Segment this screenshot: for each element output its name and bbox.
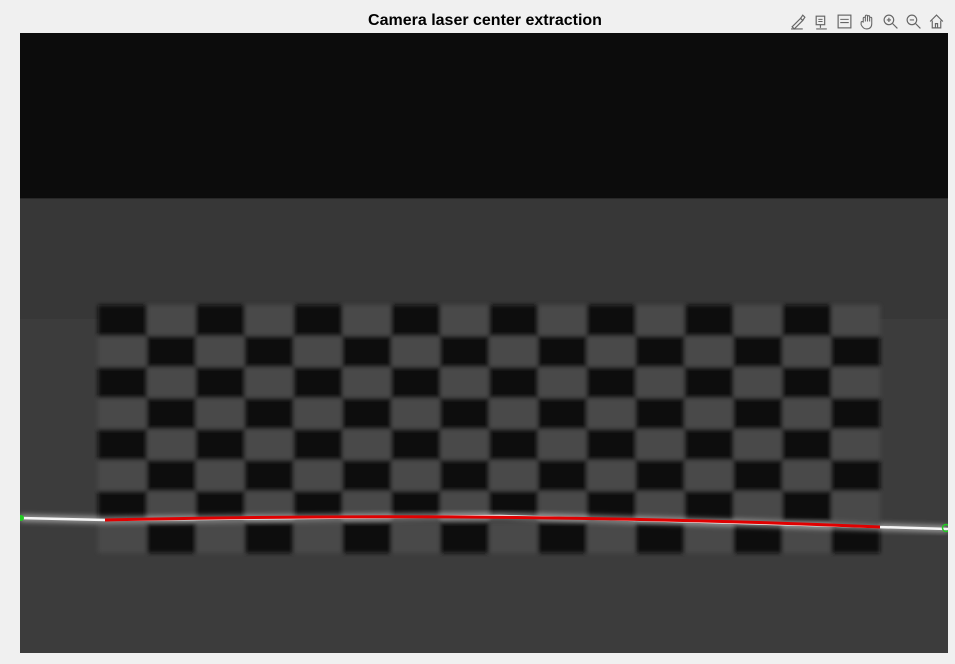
checker-square [782,491,832,522]
checker-square [586,367,636,398]
camera-image [20,33,948,653]
checker-square [831,398,880,429]
checker-square [684,305,734,336]
checker-square [489,305,538,336]
board-shade [20,199,948,319]
checker-square [537,398,587,429]
brush-icon [791,13,806,30]
checker-square [733,398,783,429]
checker-square [98,305,147,336]
legend-icon [837,14,852,28]
checker-square [293,305,343,336]
home-icon [929,13,944,28]
checker-square [244,336,294,367]
checker-square [342,460,392,491]
checker-square [293,429,343,460]
checker-square [244,398,294,429]
checker-square [98,367,147,398]
checker-square [440,336,489,367]
checker-square [146,398,196,429]
pan-button[interactable] [857,11,878,32]
checker-square [586,429,636,460]
checker-square [831,336,880,367]
checker-square [586,305,636,336]
brush-button[interactable] [788,11,809,32]
datatip-button[interactable] [811,11,832,32]
checker-square [146,336,196,367]
checker-square [831,460,880,491]
zoom-in-button[interactable] [880,11,901,32]
checker-square [537,336,587,367]
checker-square [440,522,489,553]
checker-square [635,522,685,553]
checker-square [489,429,538,460]
checker-square [342,398,392,429]
checker-square [440,460,489,491]
checker-square [195,429,245,460]
checker-square [782,429,832,460]
checker-square [98,429,147,460]
home-button[interactable] [926,11,947,32]
checker-square [146,460,196,491]
checker-square [391,305,441,336]
checker-square [782,367,832,398]
checker-square [684,491,734,522]
zoom-out-icon [906,14,921,29]
checker-square [342,336,392,367]
checker-square [537,522,587,553]
checker-square [440,398,489,429]
checker-square [244,522,294,553]
checker-square [684,367,734,398]
checker-square [733,460,783,491]
axes-toolbar [788,10,947,32]
zoom-in-icon [883,14,898,29]
checker-square [342,522,392,553]
checker-square [489,367,538,398]
checker-square [244,460,294,491]
checker-square [391,429,441,460]
dark-background-region [20,33,948,198]
checker-square [195,305,245,336]
checker-square [684,429,734,460]
checker-square [146,522,196,553]
zoom-out-button[interactable] [903,11,924,32]
checker-square [391,367,441,398]
checker-square [635,398,685,429]
checker-square [782,305,832,336]
checker-square [195,367,245,398]
checker-square [733,336,783,367]
checker-square [293,367,343,398]
pan-hand-icon [860,14,873,29]
checker-square [537,460,587,491]
datatip-icon [815,15,827,30]
checker-square [635,336,685,367]
legend-button[interactable] [834,11,855,32]
figure-window: Camera laser center extraction [0,0,955,664]
checker-square [635,460,685,491]
image-axes[interactable] [20,33,948,653]
